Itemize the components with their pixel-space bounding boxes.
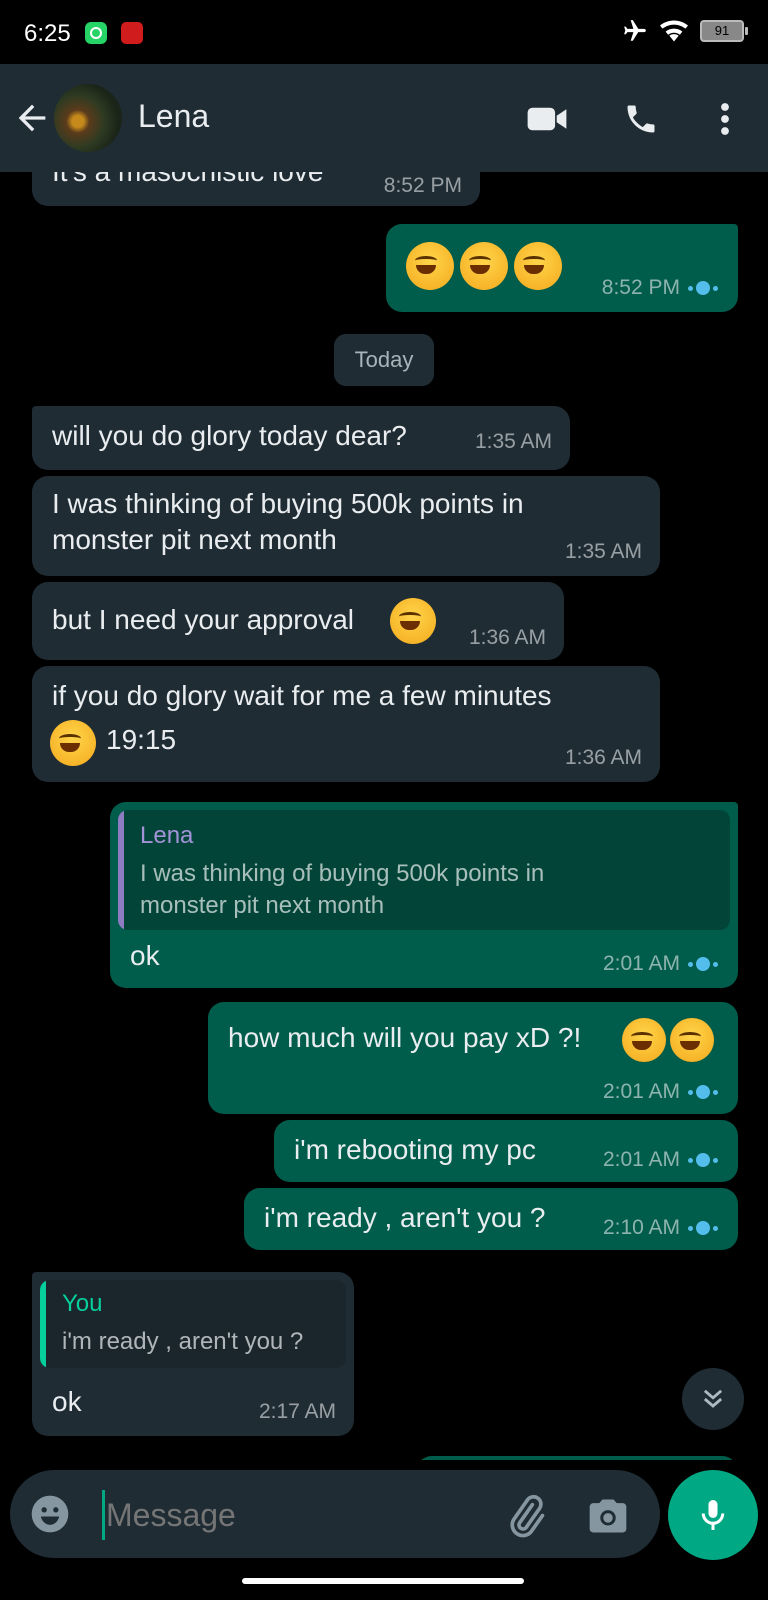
- message-time: 1:35 AM: [564, 540, 642, 563]
- read-receipt-icon: [688, 1085, 718, 1099]
- message-text: i'm ready , aren't you ?: [264, 1202, 546, 1233]
- message-list[interactable]: It's a masochistic love 8:52 PM 8:52 PM …: [0, 172, 768, 1460]
- system-navigation-bar: [0, 1568, 768, 1600]
- double-chevron-down-icon: [703, 1389, 723, 1408]
- quote-sender: Lena: [140, 822, 194, 849]
- message-time: 2:01 AM: [603, 1148, 718, 1172]
- app-notification-icon: [121, 22, 143, 44]
- airplane-icon: [624, 20, 646, 41]
- quote-sender: You: [62, 1290, 103, 1317]
- message-time: 2:01 AM: [603, 1080, 718, 1104]
- camera-icon: [589, 1499, 627, 1533]
- message-text: how much will you pay xD ?!: [228, 1022, 582, 1053]
- message-input[interactable]: [100, 1490, 488, 1540]
- message-time: 1:35 AM: [474, 430, 552, 453]
- video-call-icon: [527, 107, 567, 131]
- message-time: 1:36 AM: [468, 626, 546, 649]
- chat-header: Lena: [0, 64, 768, 172]
- message-emoji-row: [622, 1018, 714, 1062]
- joy-emoji-icon: [390, 598, 436, 644]
- quote-text-line: I was thinking of buying 500k points in: [140, 860, 545, 887]
- emoji-button[interactable]: [30, 1494, 70, 1534]
- message-text: but I need your approval: [52, 604, 354, 635]
- quoted-message[interactable]: You i'm ready , aren't you ?: [40, 1280, 346, 1368]
- message-text-line: 19:15: [106, 724, 177, 755]
- read-receipt-icon: [688, 1153, 718, 1167]
- joy-emoji-icon: [460, 242, 508, 290]
- back-button[interactable]: [12, 98, 52, 138]
- camera-button[interactable]: [586, 1494, 630, 1538]
- back-arrow-icon: [18, 104, 46, 132]
- quote-text-line: monster pit next month: [140, 892, 385, 919]
- message-text-line: monster pit next month: [52, 524, 337, 555]
- message-time: 8:52 PM: [602, 276, 718, 300]
- whatsapp-notification-icon: [85, 22, 107, 44]
- read-receipt-icon: [688, 957, 718, 971]
- voice-call-icon: [627, 105, 655, 133]
- quoted-message[interactable]: Lena I was thinking of buying 500k point…: [118, 810, 730, 930]
- joy-emoji-icon: [670, 1018, 714, 1062]
- message-text: i'm rebooting my pc: [294, 1134, 536, 1165]
- message-text-line: I was thinking of buying 500k points in: [52, 488, 524, 519]
- battery-icon: 91: [700, 20, 748, 42]
- message-bubble-incoming[interactable]: It's a masochistic love 8:52 PM: [32, 172, 480, 206]
- read-receipt-icon: [688, 1221, 718, 1235]
- read-receipt-icon: [688, 281, 718, 295]
- message-time: 2:17 AM: [258, 1400, 336, 1423]
- joy-emoji-icon: [406, 242, 454, 290]
- battery-level: 91: [714, 23, 730, 38]
- joy-emoji-icon: [622, 1018, 666, 1062]
- message-emoji-row: [406, 242, 562, 290]
- message-time: 1:36 AM: [564, 746, 642, 769]
- message-time: 2:10 AM: [603, 1216, 718, 1240]
- wifi-icon: [660, 20, 688, 42]
- mic-icon: [701, 1500, 725, 1530]
- home-gesture-handle[interactable]: [242, 1578, 524, 1584]
- message-text: ok: [52, 1386, 82, 1417]
- emoji-icon: [31, 1495, 69, 1533]
- pleading-face-emoji-icon: [50, 720, 96, 766]
- message-bubble-incoming-reply[interactable]: You i'm ready , aren't you ? ok 2:17 AM: [32, 1272, 354, 1436]
- date-chip: Today: [334, 334, 434, 386]
- video-call-button[interactable]: [526, 98, 568, 140]
- message-bubble-outgoing-reply[interactable]: Lena I was thinking of buying 500k point…: [110, 802, 738, 988]
- joy-emoji-icon: [514, 242, 562, 290]
- voice-message-button[interactable]: [668, 1470, 758, 1560]
- contact-name[interactable]: Lena: [138, 98, 209, 135]
- message-text: will you do glory today dear?: [52, 420, 407, 451]
- message-composer: [10, 1470, 660, 1558]
- quote-text: i'm ready , aren't you ?: [62, 1328, 304, 1355]
- message-bubble-incoming[interactable]: if you do glory wait for me a few minute…: [32, 666, 660, 782]
- message-bubble-outgoing[interactable]: how much will you pay xD ?! 2:01 AM: [208, 1002, 738, 1114]
- message-bubble-outgoing[interactable]: i'm ready , aren't you ? 2:10 AM: [244, 1188, 738, 1250]
- message-text: ok: [130, 940, 160, 971]
- voice-call-button[interactable]: [620, 98, 662, 140]
- status-icons: 91: [622, 18, 748, 44]
- message-time: 2:01 AM: [603, 952, 718, 976]
- message-text-line: if you do glory wait for me a few minute…: [52, 680, 552, 711]
- more-options-button[interactable]: [704, 98, 746, 140]
- quote-accent-bar: [40, 1280, 46, 1368]
- attach-button[interactable]: [504, 1494, 548, 1538]
- message-bubble-outgoing-partial[interactable]: [416, 1456, 738, 1460]
- message-bubble-incoming[interactable]: will you do glory today dear? 1:35 AM: [32, 406, 570, 470]
- more-vert-icon: [721, 103, 729, 135]
- quote-accent-bar: [118, 810, 124, 930]
- message-bubble-incoming[interactable]: but I need your approval 1:36 AM: [32, 582, 564, 660]
- scroll-to-bottom-button[interactable]: [682, 1368, 744, 1430]
- message-time: 8:52 PM: [383, 174, 462, 197]
- message-bubble-incoming[interactable]: I was thinking of buying 500k points in …: [32, 476, 660, 576]
- contact-avatar[interactable]: [54, 84, 122, 152]
- message-bubble-outgoing[interactable]: i'm rebooting my pc 2:01 AM: [274, 1120, 738, 1182]
- status-bar: 6:25 91: [0, 0, 768, 64]
- status-time: 6:25: [24, 20, 71, 47]
- message-text: It's a masochistic love: [52, 172, 323, 190]
- message-bubble-outgoing[interactable]: 8:52 PM: [386, 224, 738, 312]
- attach-icon: [510, 1494, 545, 1538]
